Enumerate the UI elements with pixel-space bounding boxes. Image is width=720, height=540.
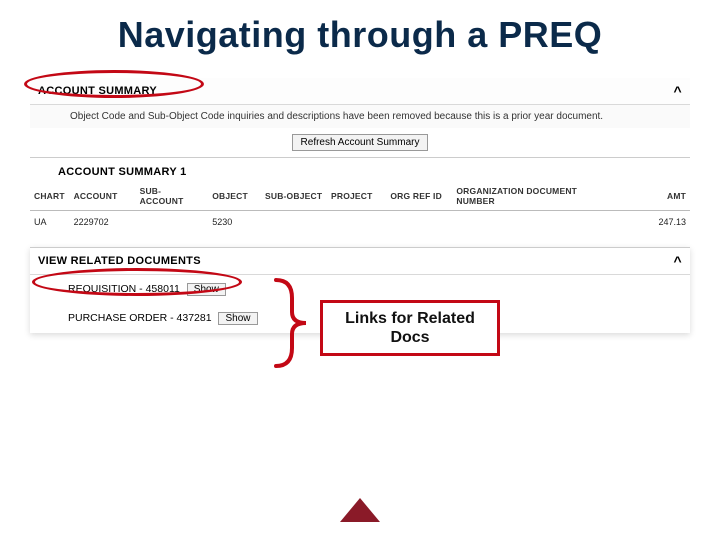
slide-title: Navigating through a PREQ (30, 14, 690, 56)
show-requisition-button[interactable]: Show (187, 283, 226, 296)
cell-project (327, 211, 386, 234)
view-related-documents-header[interactable]: VIEW RELATED DOCUMENTS ^ (30, 247, 690, 275)
col-amt: AMT (611, 182, 690, 211)
prior-year-notice: Object Code and Sub-Object Code inquirie… (30, 105, 690, 128)
callout-text-line-1: Links for Related (335, 309, 485, 328)
col-org-doc-num: ORGANIZATION DOCUMENT NUMBER (452, 182, 610, 211)
account-summary-1-title: ACCOUNT SUMMARY 1 (30, 158, 690, 182)
chevron-up-icon[interactable]: ^ (674, 254, 682, 268)
cell-org-ref-id (386, 211, 452, 234)
cell-org-doc-num (452, 211, 610, 234)
callout-text-line-2: Docs (335, 328, 485, 347)
account-summary-table: CHART ACCOUNT SUB-ACCOUNT OBJECT SUB-OBJ… (30, 182, 690, 233)
cell-account: 2229702 (70, 211, 136, 234)
col-org-ref-id: ORG REF ID (386, 182, 452, 211)
col-sub-account: SUB-ACCOUNT (136, 182, 209, 211)
col-account: ACCOUNT (70, 182, 136, 211)
col-sub-object: SUB-OBJECT (261, 182, 327, 211)
cell-amt: 247.13 (611, 211, 690, 234)
annotation-callout: Links for Related Docs (320, 300, 500, 356)
cell-chart: UA (30, 211, 70, 234)
related-doc-label: PURCHASE ORDER - 437281 (68, 312, 212, 324)
chevron-up-icon[interactable]: ^ (674, 84, 682, 98)
related-doc-label: REQUISITION - 458011 (68, 283, 180, 295)
refresh-account-summary-button[interactable]: Refresh Account Summary (292, 134, 429, 151)
account-summary-header[interactable]: ACCOUNT SUMMARY ^ (30, 78, 690, 105)
cell-sub-object (261, 211, 327, 234)
view-related-documents-title: VIEW RELATED DOCUMENTS (38, 255, 201, 267)
table-row: UA 2229702 5230 247.13 (30, 211, 690, 234)
show-purchase-order-button[interactable]: Show (218, 312, 257, 325)
account-summary-title: ACCOUNT SUMMARY (38, 85, 157, 97)
col-object: OBJECT (208, 182, 261, 211)
col-project: PROJECT (327, 182, 386, 211)
col-chart: CHART (30, 182, 70, 211)
footer-triangle-icon (340, 498, 380, 522)
cell-object: 5230 (208, 211, 261, 234)
cell-sub-account (136, 211, 209, 234)
